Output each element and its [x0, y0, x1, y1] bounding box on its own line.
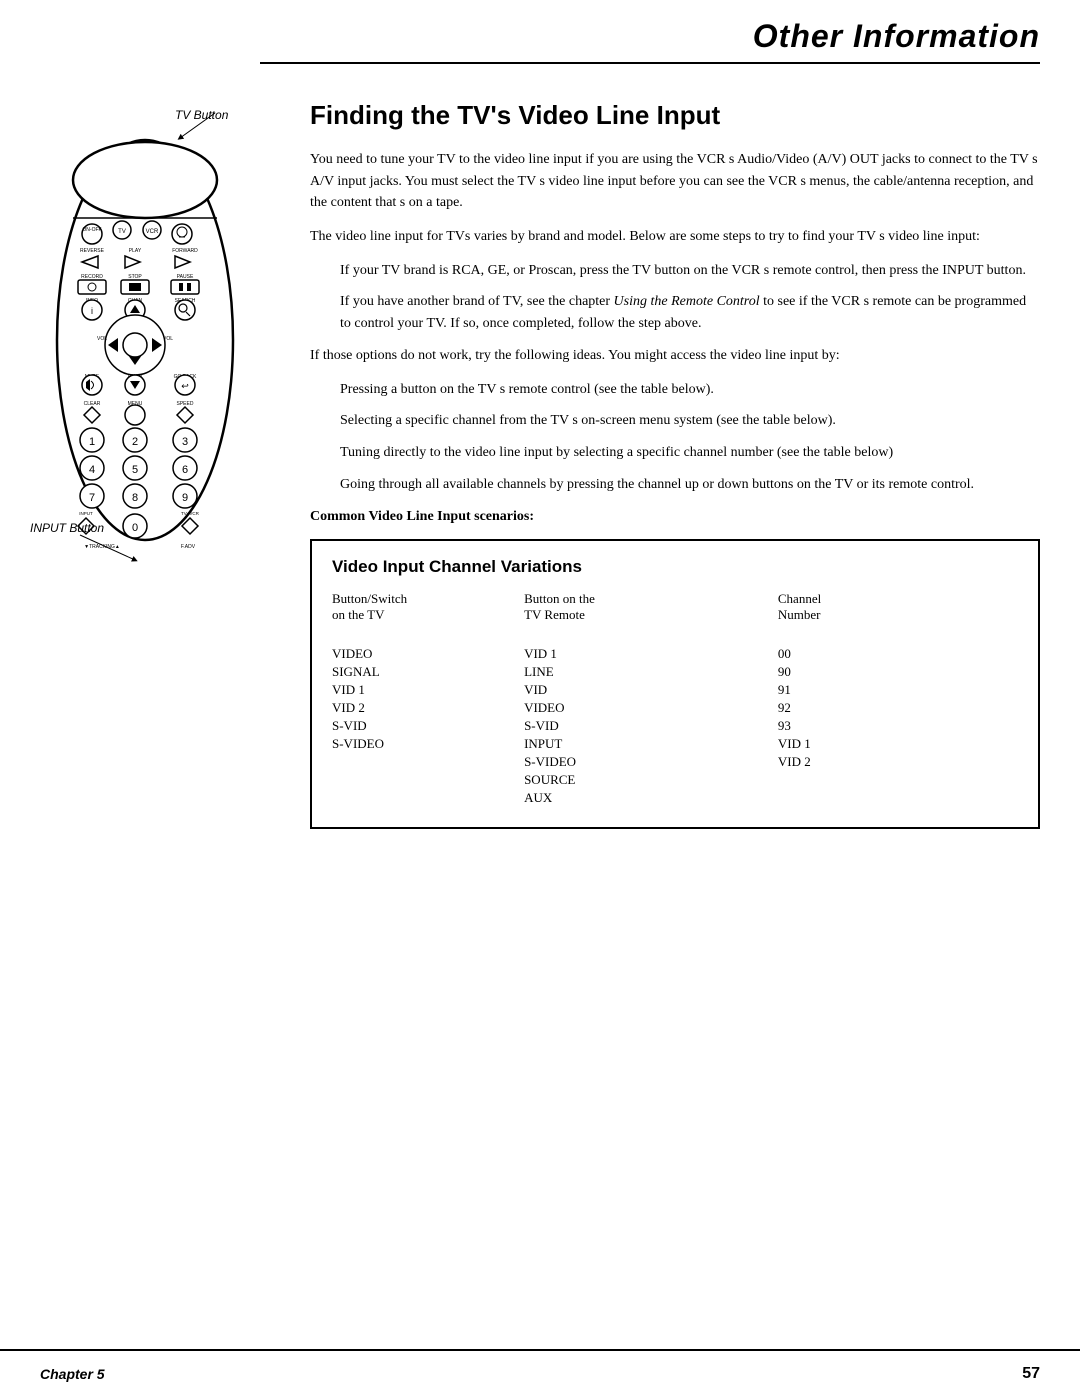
- cell-channel-10: [778, 789, 1018, 807]
- video-input-table: Video Input Channel Variations Button/Sw…: [310, 539, 1040, 829]
- svg-text:ON-OFF: ON-OFF: [82, 227, 101, 233]
- svg-text:VCR: VCR: [146, 229, 159, 235]
- table-row: VIDEO VID 1 00: [332, 645, 1018, 663]
- cell-remote-1: [524, 627, 778, 645]
- paragraph-8: Tuning directly to the video line input …: [340, 442, 1040, 464]
- svg-text:INPUT: INPUT: [79, 511, 93, 516]
- cell-channel-2: 00: [778, 645, 1018, 663]
- svg-text:8: 8: [132, 492, 138, 504]
- table-row: SIGNAL LINE 90: [332, 663, 1018, 681]
- col-header-1: Button/Switchon the TV: [332, 591, 524, 627]
- table-row: AUX: [332, 789, 1018, 807]
- cell-remote-8: S-VIDEO: [524, 753, 778, 771]
- svg-text:STOP: STOP: [128, 274, 142, 280]
- svg-text:i: i: [91, 306, 93, 316]
- svg-text:VOL: VOL: [97, 336, 107, 342]
- svg-text:4: 4: [89, 464, 95, 476]
- table-row: VID 1 VID 91: [332, 681, 1018, 699]
- common-scenarios-header: Common Video Line Input scenarios:: [310, 509, 1040, 525]
- cell-channel-7: VID 1: [778, 735, 1018, 753]
- cell-remote-10: AUX: [524, 789, 778, 807]
- svg-text:SPEED: SPEED: [177, 401, 194, 407]
- cell-remote-9: SOURCE: [524, 771, 778, 789]
- cell-switch-4: VID 1: [332, 681, 524, 699]
- svg-text:TV: TV: [118, 229, 126, 235]
- table-row: VID 2 VIDEO 92: [332, 699, 1018, 717]
- cell-switch-10: [332, 789, 524, 807]
- page-title: Finding the TV's Video Line Input: [310, 100, 1040, 131]
- col-header-3: ChannelNumber: [778, 591, 1018, 627]
- cell-switch-7: S-VIDEO: [332, 735, 524, 753]
- remote-illustration: ON-OFF TV VCR REVERSE PLAY FORWARD RECOR…: [40, 130, 260, 555]
- cell-channel-1: [778, 627, 1018, 645]
- svg-text:F.ADV: F.ADV: [181, 544, 196, 550]
- svg-text:FORWARD: FORWARD: [172, 248, 198, 254]
- svg-text:6: 6: [182, 464, 188, 476]
- footer-page-number: 57: [1022, 1365, 1040, 1383]
- svg-text:7: 7: [89, 492, 95, 504]
- svg-text:PAUSE: PAUSE: [177, 274, 194, 280]
- header-divider: [260, 62, 1040, 64]
- table-row: S-VIDEO INPUT VID 1: [332, 735, 1018, 753]
- cell-channel-9: [778, 771, 1018, 789]
- header-title: Other Information: [753, 18, 1040, 55]
- cell-channel-4: 91: [778, 681, 1018, 699]
- table-row: S-VID S-VID 93: [332, 717, 1018, 735]
- page-footer: Chapter 5 57: [0, 1349, 1080, 1397]
- svg-text:1: 1: [89, 436, 95, 448]
- paragraph-5: If those options do not work, try the fo…: [310, 345, 1040, 367]
- cell-switch-5: VID 2: [332, 699, 524, 717]
- cell-channel-8: VID 2: [778, 753, 1018, 771]
- cell-switch-8: [332, 753, 524, 771]
- cell-channel-6: 93: [778, 717, 1018, 735]
- cell-remote-2: VID 1: [524, 645, 778, 663]
- svg-text:CLEAR: CLEAR: [84, 401, 101, 407]
- svg-text:9: 9: [182, 492, 188, 504]
- svg-text:2: 2: [132, 436, 138, 448]
- svg-text:3: 3: [182, 436, 188, 448]
- paragraph-3: If your TV brand is RCA, GE, or Proscan,…: [340, 260, 1040, 282]
- cell-channel-5: 92: [778, 699, 1018, 717]
- svg-text:TV+VCR: TV+VCR: [181, 511, 200, 516]
- cell-remote-5: VIDEO: [524, 699, 778, 717]
- channel-variations-table: Button/Switchon the TV Button on theTV R…: [332, 591, 1018, 807]
- main-content: Finding the TV's Video Line Input You ne…: [310, 90, 1040, 829]
- cell-remote-6: S-VID: [524, 717, 778, 735]
- cell-switch-9: [332, 771, 524, 789]
- cell-remote-4: VID: [524, 681, 778, 699]
- cell-channel-3: 90: [778, 663, 1018, 681]
- paragraph-4: If you have another brand of TV, see the…: [340, 291, 1040, 334]
- col-header-2: Button on theTV Remote: [524, 591, 778, 627]
- table-row: [332, 627, 1018, 645]
- svg-text:PLAY: PLAY: [129, 248, 142, 254]
- svg-text:5: 5: [132, 464, 138, 476]
- cell-switch-1: [332, 627, 524, 645]
- paragraph-1: You need to tune your TV to the video li…: [310, 149, 1040, 214]
- svg-text:RECORD: RECORD: [81, 274, 103, 280]
- paragraph-6: Pressing a button on the TV s remote con…: [340, 379, 1040, 401]
- cell-switch-2: VIDEO: [332, 645, 524, 663]
- svg-text:↩: ↩: [181, 381, 189, 391]
- tv-button-arrow: [160, 108, 220, 148]
- cell-remote-7: INPUT: [524, 735, 778, 753]
- input-button-arrow: [75, 520, 155, 570]
- table-title: Video Input Channel Variations: [332, 557, 1018, 577]
- cell-remote-3: LINE: [524, 663, 778, 681]
- cell-switch-6: S-VID: [332, 717, 524, 735]
- table-row: S-VIDEO VID 2: [332, 753, 1018, 771]
- table-row: SOURCE: [332, 771, 1018, 789]
- svg-text:VOL: VOL: [163, 336, 173, 342]
- footer-chapter: Chapter 5: [40, 1366, 105, 1382]
- paragraph-2: The video line input for TVs varies by b…: [310, 226, 1040, 248]
- page-header: Other Information: [753, 18, 1040, 55]
- cell-switch-3: SIGNAL: [332, 663, 524, 681]
- paragraph-7: Selecting a specific channel from the TV…: [340, 410, 1040, 432]
- svg-text:REVERSE: REVERSE: [80, 248, 105, 254]
- paragraph-9: Going through all available channels by …: [340, 474, 1040, 496]
